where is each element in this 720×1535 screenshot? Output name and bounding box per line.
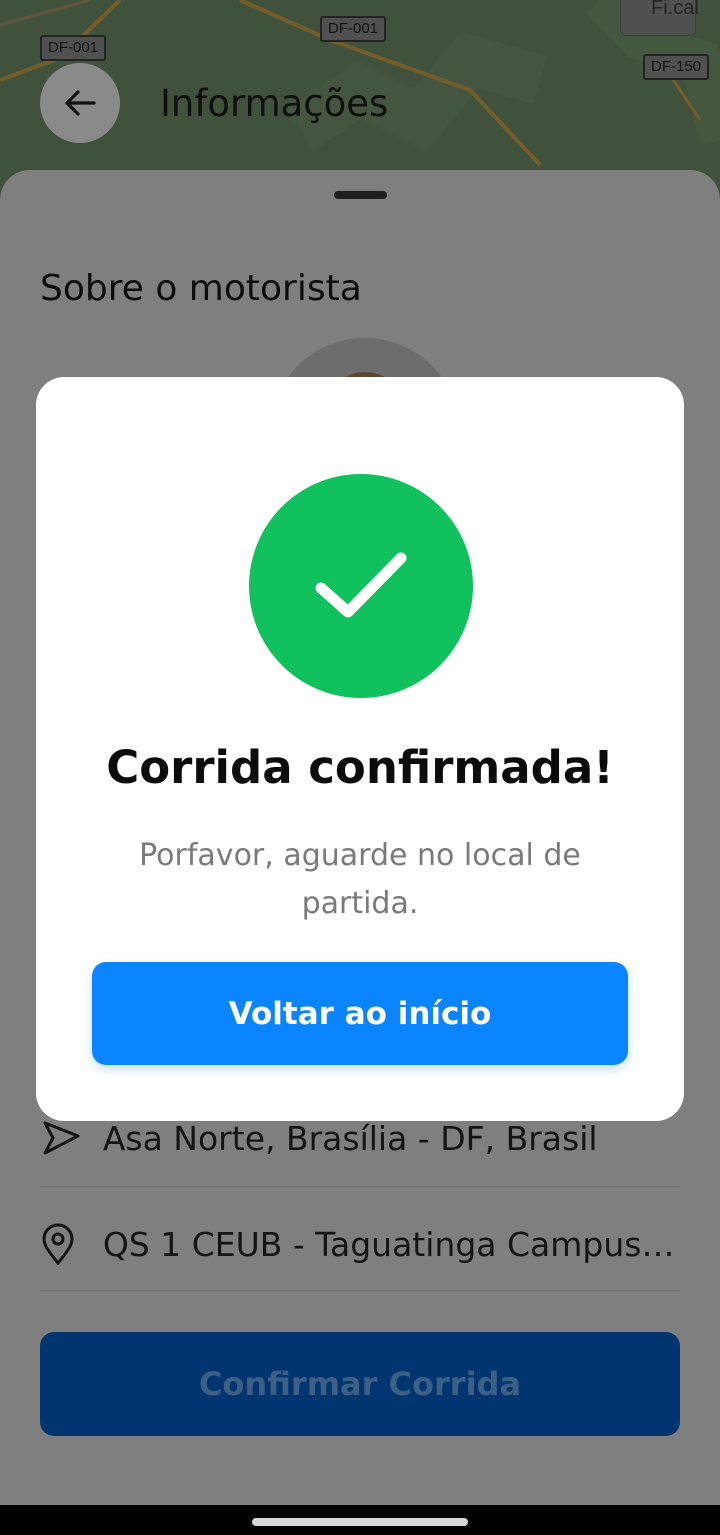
location-pin-icon: [40, 1223, 89, 1265]
check-icon: [315, 552, 407, 618]
ride-confirmed-dialog: Corrida confirmada! Porfavor, aguarde no…: [36, 377, 684, 1121]
arrow-left-icon: [65, 90, 96, 116]
dialog-title: Corrida confirmada!: [106, 741, 614, 794]
page-title: Informações: [160, 82, 389, 125]
back-to-home-button[interactable]: Voltar ao início: [92, 962, 628, 1065]
destination-address: QS 1 CEUB - Taguatinga Campus II ...: [102, 1224, 680, 1264]
back-button[interactable]: [40, 63, 120, 143]
confirm-ride-button[interactable]: Confirmar Corrida: [40, 1332, 680, 1436]
origin-address: Asa Norte, Brasília - DF, Brasil: [102, 1118, 598, 1158]
destination-row[interactable]: QS 1 CEUB - Taguatinga Campus II ...: [40, 1192, 680, 1296]
dialog-message: Porfavor, aguarde no local de partida.: [139, 838, 581, 921]
home-gesture-pill[interactable]: [252, 1518, 468, 1526]
divider: [40, 1186, 680, 1188]
driver-section-heading: Sobre o motorista: [40, 268, 362, 309]
system-nav-bar: [0, 1505, 720, 1535]
navigation-arrow-icon: [40, 1119, 89, 1157]
success-badge: [249, 474, 473, 698]
sheet-drag-handle[interactable]: [334, 191, 387, 199]
divider: [40, 1290, 680, 1292]
